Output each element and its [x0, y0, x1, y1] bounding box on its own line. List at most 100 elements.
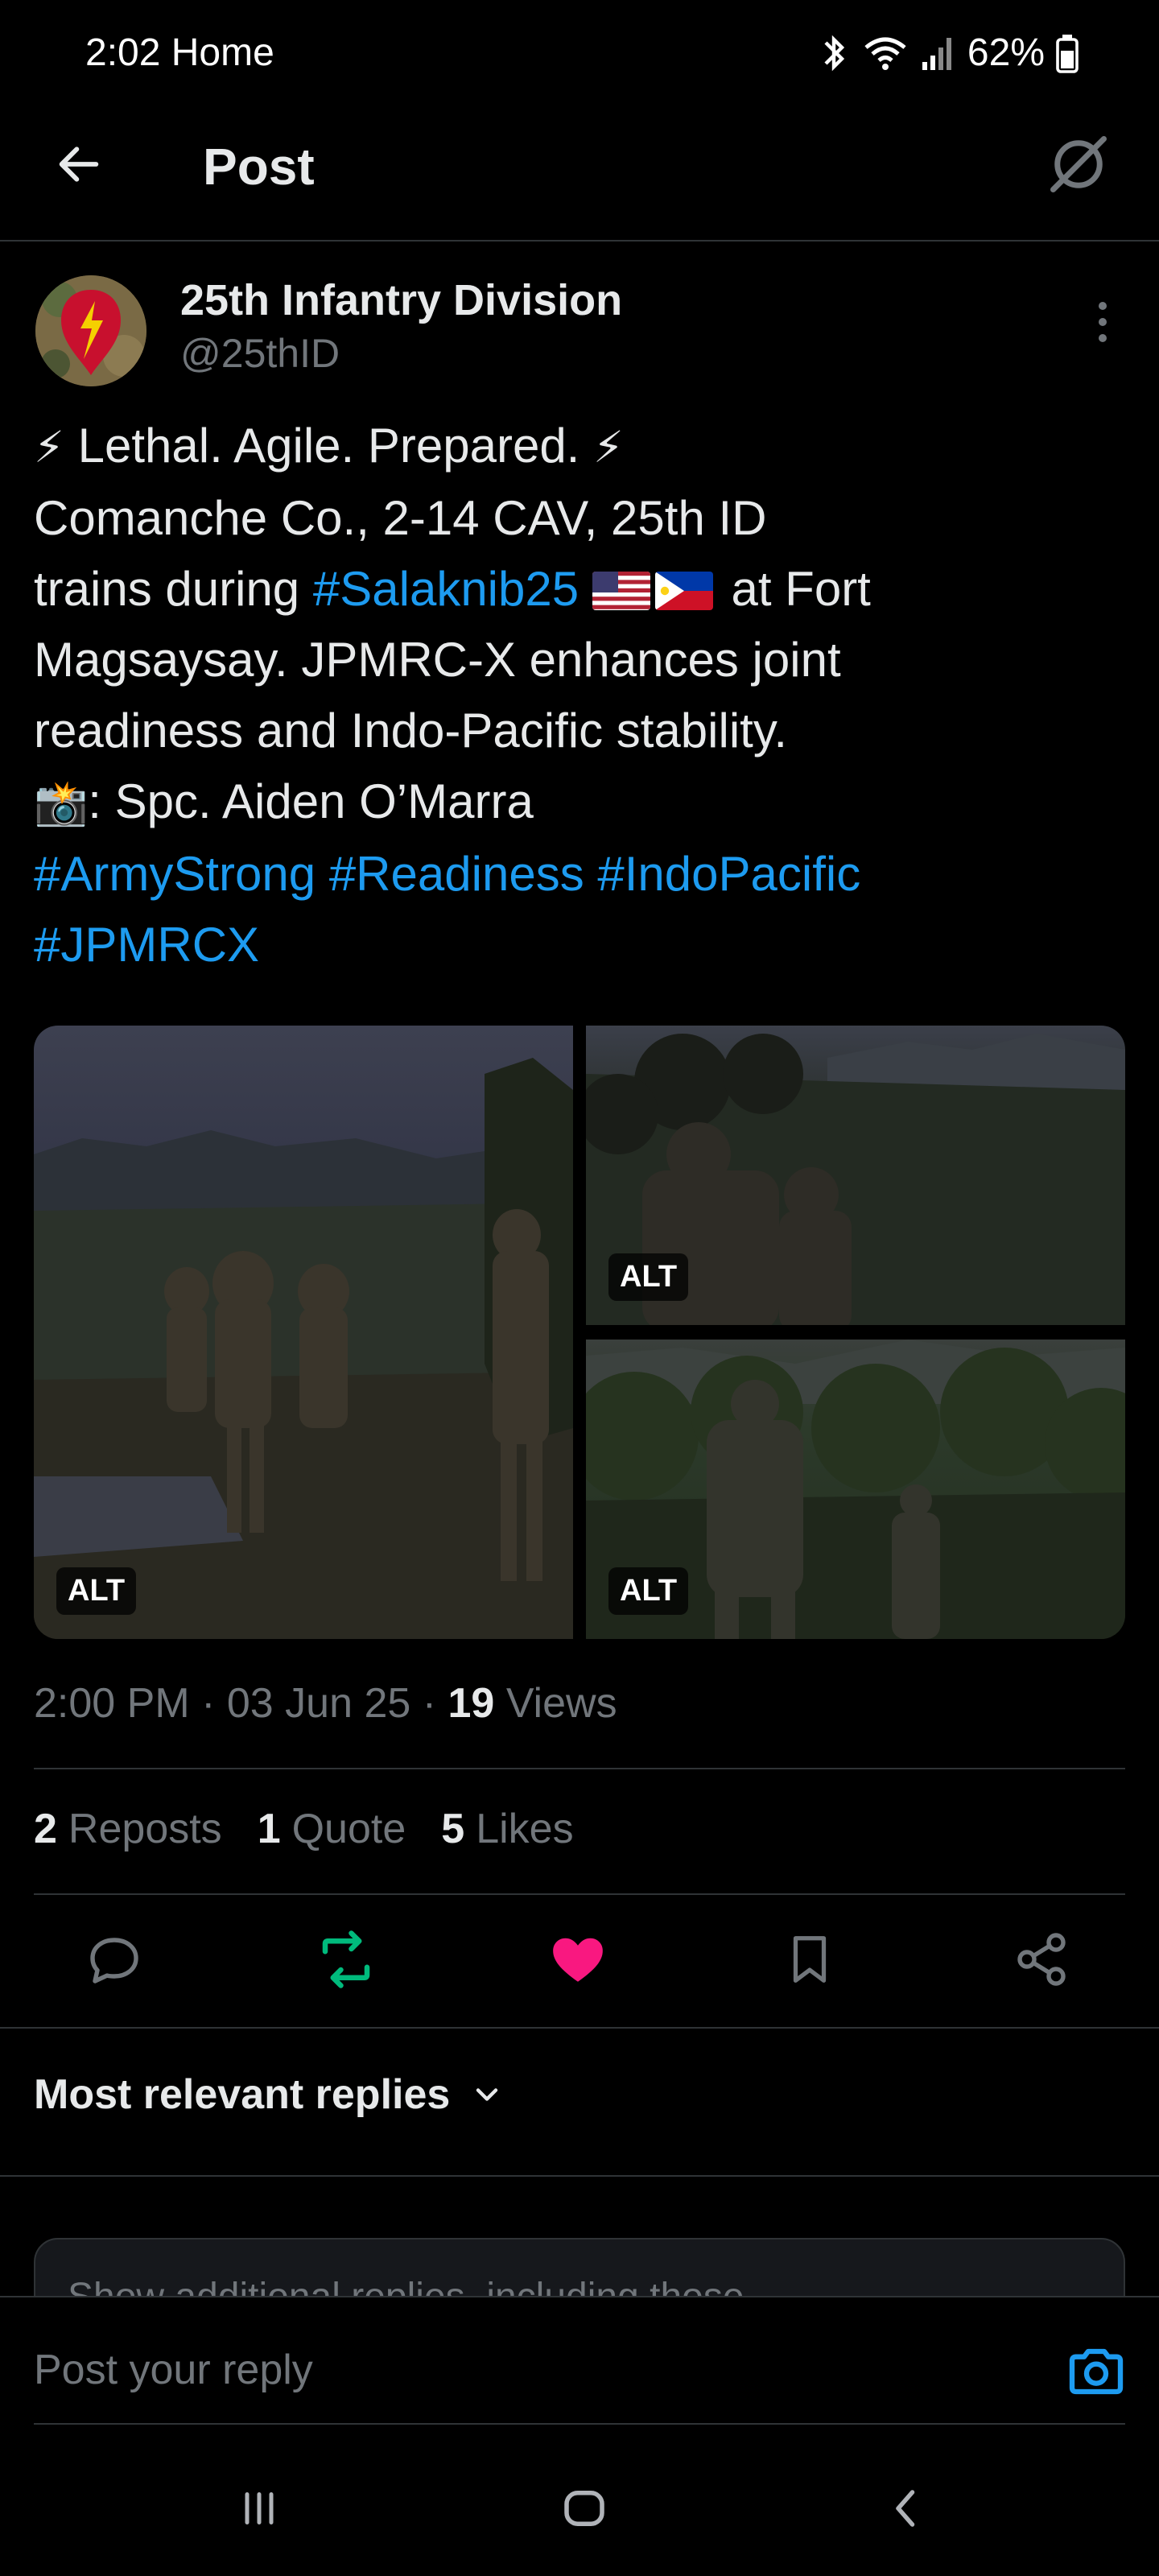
post-time[interactable]: 2:00 PM — [34, 1680, 190, 1727]
reposts-stat[interactable]: 2 Reposts — [34, 1805, 222, 1853]
grok-button[interactable] — [1045, 130, 1112, 198]
clock: 2:02 — [85, 31, 161, 74]
alt-badge[interactable]: ALT — [608, 1253, 689, 1301]
bluetooth-icon — [824, 35, 845, 71]
author-handle[interactable]: @25thID — [180, 330, 340, 377]
top-app-bar: Post — [0, 113, 1159, 242]
reply-button[interactable] — [82, 1927, 146, 1992]
back-button[interactable] — [50, 135, 108, 193]
hashtag-armystrong[interactable]: #ArmyStrong — [34, 847, 316, 901]
photo-3[interactable]: ALT — [586, 1340, 1125, 1639]
status-icons: 62% — [818, 31, 1079, 75]
divider — [34, 1768, 1125, 1769]
alt-badge[interactable]: ALT — [608, 1567, 689, 1615]
chevron-down-icon — [476, 2088, 498, 2101]
like-button[interactable] — [546, 1927, 610, 1992]
battery-percent: 62% — [967, 31, 1045, 74]
quotes-label: Quote — [291, 1806, 406, 1852]
post-line: #JPMRCX — [34, 910, 1128, 980]
more-dot-icon — [1099, 318, 1107, 326]
reposts-label: Reposts — [68, 1806, 222, 1852]
post-line: #ArmyStrong #Readiness #IndoPacific — [34, 839, 1128, 910]
hashtag-salaknib25[interactable]: #Salaknib25 — [313, 562, 579, 616]
hashtag-indopacific[interactable]: #IndoPacific — [597, 847, 860, 901]
post-meta: 2:00 PM · 03 Jun 25 · 19 Views — [34, 1679, 617, 1728]
alt-badge[interactable]: ALT — [56, 1567, 137, 1615]
recent-apps-button[interactable] — [227, 2476, 291, 2541]
wifi-icon — [864, 37, 906, 70]
hashtag-readiness[interactable]: #Readiness — [329, 847, 584, 901]
system-back-button[interactable] — [874, 2476, 938, 2541]
post-line-text: Lethal. Agile. Prepared. — [77, 419, 580, 473]
reply-icon — [90, 1938, 138, 1984]
status-bar: 2:02 Home 62% — [0, 0, 1159, 105]
post-line: Comanche Co., 2-14 CAV, 25th ID — [34, 491, 767, 545]
battery-icon — [1056, 34, 1079, 73]
home-icon — [564, 2491, 604, 2526]
status-time: 2:02 Home — [85, 31, 274, 75]
more-options-button[interactable] — [1079, 298, 1127, 346]
likes-label: Likes — [476, 1806, 574, 1852]
photo-1-scene — [34, 1058, 573, 1639]
heart-filled-icon — [553, 1938, 603, 1982]
post-line-text: at Fort — [717, 562, 871, 616]
home-button[interactable] — [552, 2476, 617, 2541]
reply-input[interactable]: Post your reply — [34, 2346, 313, 2394]
quotes-count: 1 — [257, 1806, 281, 1852]
divider — [0, 2175, 1159, 2177]
quotes-stat[interactable]: 1 Quote — [258, 1805, 406, 1853]
avatar[interactable] — [35, 275, 146, 386]
page-title: Post — [203, 138, 315, 196]
post-line-text: : Spc. Aiden O’Marra — [88, 774, 534, 828]
likes-count: 5 — [441, 1806, 465, 1852]
post-line: 📸: Spc. Aiden O’Marra — [34, 766, 1128, 839]
divider — [34, 1893, 1125, 1895]
post-line: Magsaysay. JPMRC-X enhances joint — [34, 633, 841, 687]
share-button[interactable] — [1009, 1927, 1074, 1992]
lightning-icon: ⚡ — [34, 423, 64, 472]
repost-button[interactable] — [314, 1927, 378, 1992]
more-dot-icon — [1099, 302, 1107, 310]
author-name[interactable]: 25th Infantry Division — [180, 275, 622, 325]
chevron-left-icon — [896, 2490, 915, 2527]
us-flag-icon — [592, 572, 650, 610]
camera-button[interactable] — [1064, 2339, 1128, 2404]
replies-sort-label: Most relevant replies — [34, 2071, 451, 2118]
reply-composer: Post your reply — [0, 2296, 1159, 2425]
system-nav-bar — [0, 2425, 1159, 2576]
hashtag-jpmrcx[interactable]: #JPMRCX — [34, 918, 259, 972]
views-count: 19 — [448, 1680, 495, 1727]
more-dot-icon — [1099, 334, 1107, 342]
post-line: ⚡ Lethal. Agile. Prepared. ⚡ — [34, 411, 1128, 483]
philippines-flag-icon — [654, 572, 713, 610]
divider — [0, 2027, 1159, 2029]
share-icon — [1017, 1933, 1066, 1986]
likes-stat[interactable]: 5 Likes — [441, 1805, 573, 1853]
post-text: ⚡ Lethal. Agile. Prepared. ⚡ Comanche Co… — [34, 411, 1128, 980]
camera-flash-icon: 📸 — [34, 779, 89, 828]
replies-sort-dropdown[interactable]: Most relevant replies — [34, 2070, 505, 2119]
separator: · — [410, 1680, 448, 1727]
reposts-count: 2 — [34, 1806, 57, 1852]
post-line: trains during #Salaknib25 at Fort — [34, 554, 1128, 625]
post-line: readiness and Indo-Pacific stability. — [34, 704, 788, 758]
lightning-icon: ⚡ — [593, 423, 624, 472]
arrow-left-icon — [59, 147, 99, 182]
post-stats: 2 Reposts 1 Quote 5 Likes — [34, 1805, 574, 1853]
repost-icon — [322, 1930, 370, 1988]
post-date[interactable]: 03 Jun 25 — [227, 1680, 410, 1727]
camera-icon — [1069, 2348, 1124, 2395]
grok-icon — [1050, 136, 1107, 192]
signal-icon — [922, 37, 951, 70]
post-line-text: trains during — [34, 562, 313, 616]
division-patch-icon — [35, 275, 146, 386]
status-label: Home — [171, 31, 274, 74]
photo-2[interactable]: ALT — [586, 1026, 1125, 1325]
photo-1[interactable]: ALT — [34, 1026, 573, 1639]
views-label: Views — [505, 1680, 617, 1727]
bookmark-button[interactable] — [777, 1927, 842, 1992]
recent-apps-icon — [245, 2492, 274, 2524]
bookmark-icon — [793, 1936, 827, 1983]
separator: · — [189, 1680, 227, 1727]
media-grid: ALT ALT ALT — [34, 1026, 1125, 1639]
